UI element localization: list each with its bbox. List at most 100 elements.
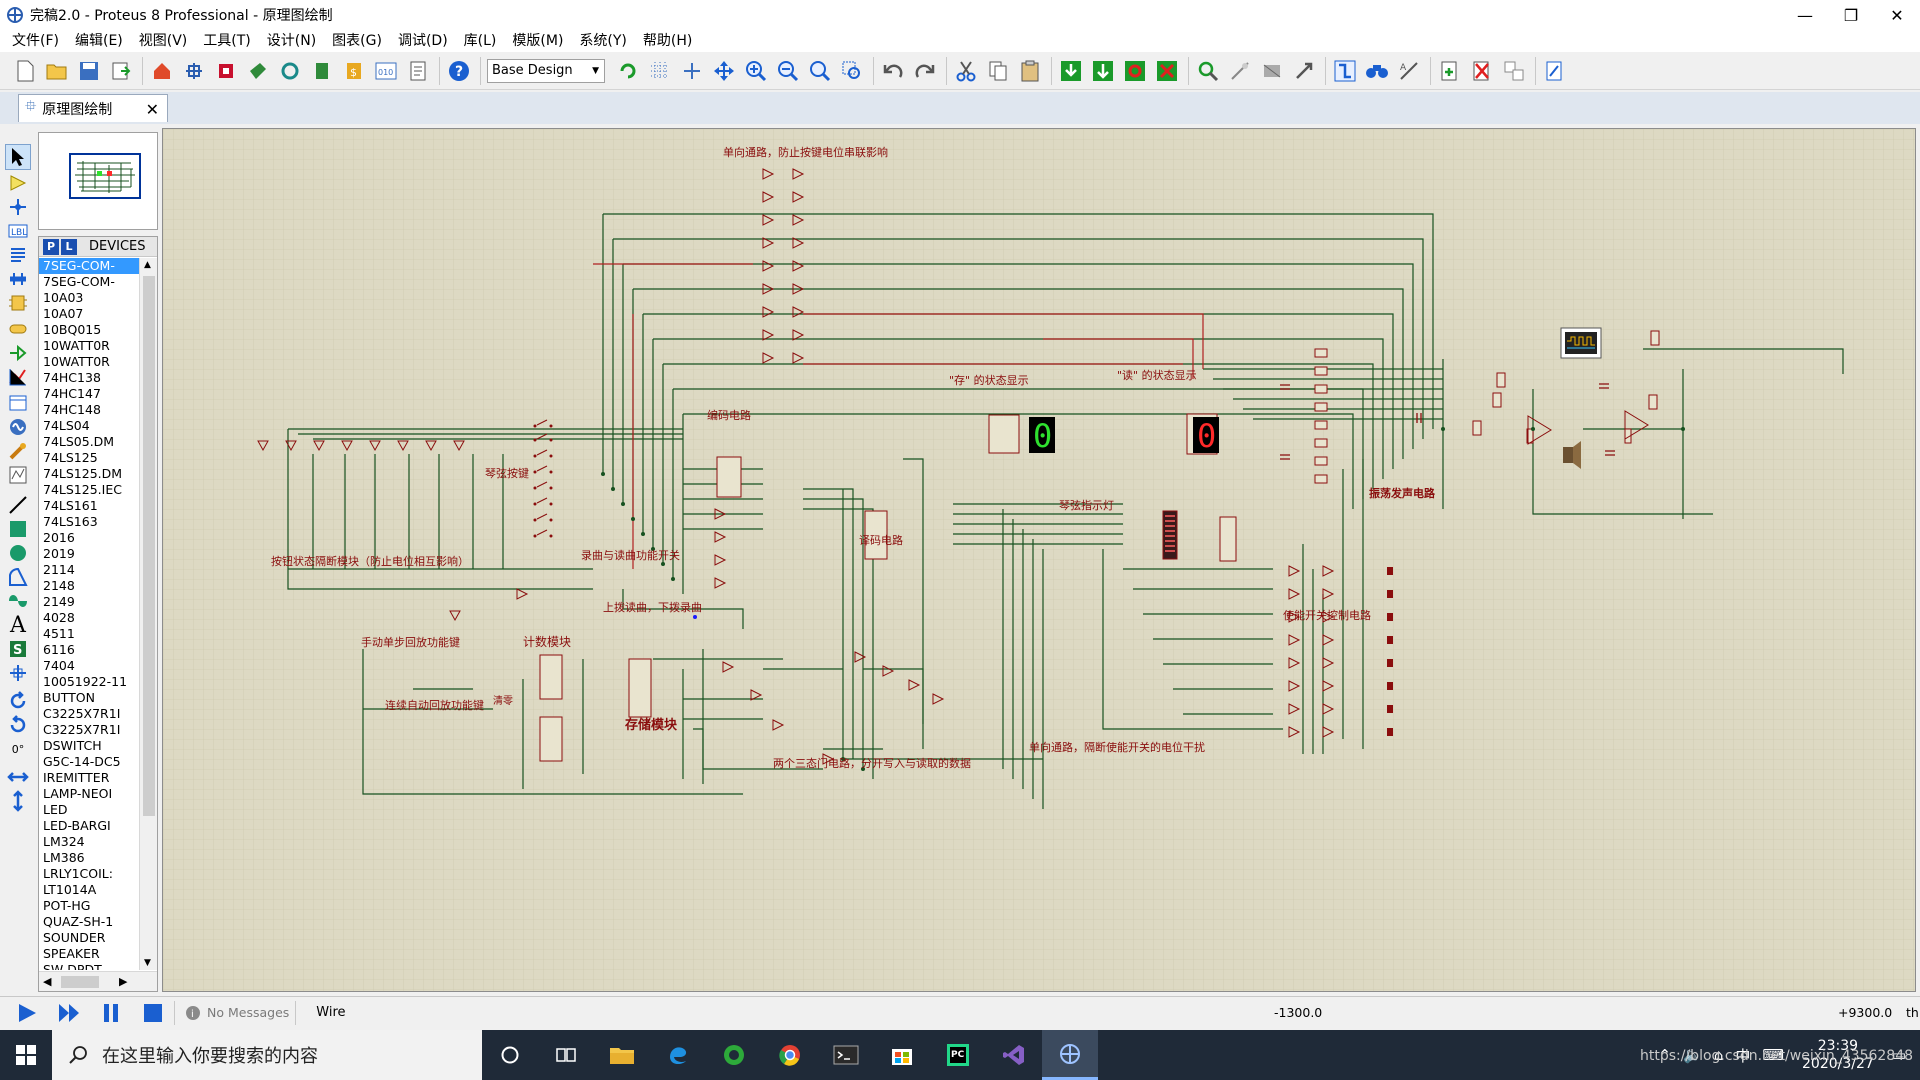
schematic-canvas[interactable]: 0 0 单向通路，防止按键电位串联影响 "存" 的状态显示 "读" 的状态显示 … (162, 128, 1916, 992)
terminals-icon[interactable] (5, 316, 31, 342)
device-list-scrollbar[interactable]: ▲ ▼ (139, 258, 157, 970)
subcircuit-icon[interactable] (5, 290, 31, 316)
message-indicator[interactable]: i No Messages (185, 1005, 289, 1021)
line-tool-icon[interactable] (5, 492, 31, 518)
units-indicator[interactable]: th (1906, 1005, 1919, 1020)
device-list-item[interactable]: 10WATT0R (39, 354, 139, 370)
menu-library[interactable]: 库(L) (456, 30, 505, 52)
device-list-item[interactable]: 10A03 (39, 290, 139, 306)
menu-design[interactable]: 设计(N) (259, 30, 324, 52)
minimize-button[interactable]: — (1782, 0, 1828, 30)
device-list-item[interactable]: LT1014A (39, 882, 139, 898)
file-explorer-icon[interactable] (594, 1030, 650, 1080)
wechat-icon[interactable] (706, 1030, 762, 1080)
block-copy-icon[interactable] (1058, 58, 1084, 84)
device-list-item[interactable]: G5C-14-DC5 (39, 754, 139, 770)
pcb-layout-icon[interactable] (213, 58, 239, 84)
path-tool-icon[interactable] (5, 588, 31, 614)
device-list-item[interactable]: LED (39, 802, 139, 818)
device-list-item[interactable]: 2016 (39, 530, 139, 546)
device-list-item[interactable]: 7SEG-COM- (39, 274, 139, 290)
junction-dot-icon[interactable] (5, 194, 31, 220)
device-list-item[interactable]: IREMITTER (39, 770, 139, 786)
design-rule-check-icon[interactable] (1542, 58, 1568, 84)
remove-sheet-icon[interactable] (1469, 58, 1495, 84)
block-delete-icon[interactable] (1154, 58, 1180, 84)
text-script-icon[interactable] (5, 242, 31, 268)
menu-tools[interactable]: 工具(T) (195, 30, 258, 52)
menu-debug[interactable]: 调试(D) (390, 30, 456, 52)
terminal-icon[interactable] (818, 1030, 874, 1080)
chevron-right-icon[interactable]: ▶ (119, 975, 127, 988)
menu-help[interactable]: 帮助(H) (635, 30, 700, 52)
task-view-icon[interactable] (538, 1030, 594, 1080)
pause-button[interactable] (96, 998, 126, 1028)
device-list-item[interactable]: 6116 (39, 642, 139, 658)
schematic-drawing[interactable]: 0 0 单向通路，防止按键电位串联影响 "存" 的状态显示 "读" 的状态显示 … (163, 129, 1916, 992)
device-list-item[interactable]: 74HC147 (39, 386, 139, 402)
3d-view-icon[interactable] (245, 58, 271, 84)
symbol-tool-icon[interactable]: S (5, 636, 31, 662)
chevron-left-icon[interactable]: ◀ (43, 975, 51, 988)
rotate-anticlockwise-icon[interactable] (5, 712, 31, 738)
origin-icon[interactable] (679, 58, 705, 84)
device-list-item[interactable]: 10WATT0R (39, 338, 139, 354)
library-manager-button[interactable]: L (61, 238, 77, 255)
pick-devices-button[interactable]: P (43, 238, 59, 255)
device-list-item[interactable]: 74LS125.DM (39, 466, 139, 482)
refresh-icon[interactable] (615, 58, 641, 84)
device-list-item[interactable]: SOUNDER (39, 930, 139, 946)
overview-window[interactable] (38, 132, 158, 230)
device-list-item[interactable]: 74LS163 (39, 514, 139, 530)
proteus-taskbar-icon[interactable] (1042, 1030, 1098, 1080)
virtual-instruments-icon[interactable] (5, 462, 31, 488)
schematic-icon[interactable] (181, 58, 207, 84)
menu-system[interactable]: 系统(Y) (571, 30, 634, 52)
wire-label-icon[interactable]: LBL (5, 218, 31, 244)
scrollbar-thumb[interactable] (143, 276, 155, 816)
device-list-item[interactable]: 10051922-11 (39, 674, 139, 690)
help-icon[interactable]: ? (446, 58, 472, 84)
box-tool-icon[interactable] (5, 516, 31, 542)
device-list-item[interactable]: LAMP-NEOI (39, 786, 139, 802)
close-icon[interactable]: ✕ (146, 100, 159, 119)
start-button[interactable] (0, 1030, 52, 1080)
zoom-out-icon[interactable] (775, 58, 801, 84)
paste-icon[interactable] (1017, 58, 1043, 84)
rotate-clockwise-icon[interactable] (5, 688, 31, 714)
device-list-item[interactable]: 7SEG-COM- (39, 258, 139, 274)
taskbar-search-box[interactable]: 在这里输入你要搜索的内容 (52, 1030, 482, 1080)
component-mode-icon[interactable] (5, 170, 31, 196)
pick-device-icon[interactable] (1195, 58, 1221, 84)
device-list-item[interactable]: POT-HG (39, 898, 139, 914)
menu-edit[interactable]: 编辑(E) (67, 30, 131, 52)
device-list-item[interactable]: 2114 (39, 562, 139, 578)
project-notes-icon[interactable] (405, 58, 431, 84)
pan-icon[interactable] (711, 58, 737, 84)
grid-toggle-icon[interactable] (647, 58, 673, 84)
close-button[interactable]: ✕ (1874, 0, 1920, 30)
copy-icon[interactable] (985, 58, 1011, 84)
tab-schematic-capture[interactable]: ⯐ 原理图绘制 ✕ (18, 94, 168, 122)
new-sheet-icon[interactable] (1437, 58, 1463, 84)
packaging-tool-icon[interactable] (1259, 58, 1285, 84)
generator-icon[interactable] (5, 414, 31, 440)
device-list-item[interactable]: 74LS125.IEC (39, 482, 139, 498)
device-list-item[interactable]: 74LS161 (39, 498, 139, 514)
decompose-icon[interactable] (1291, 58, 1317, 84)
cortana-icon[interactable] (482, 1030, 538, 1080)
edge-browser-icon[interactable] (650, 1030, 706, 1080)
block-rotate-icon[interactable] (1122, 58, 1148, 84)
chrome-icon[interactable] (762, 1030, 818, 1080)
visual-studio-icon[interactable] (986, 1030, 1042, 1080)
exit-to-parent-icon[interactable] (1501, 58, 1527, 84)
marker-tool-icon[interactable] (5, 660, 31, 686)
maximize-button[interactable]: ❐ (1828, 0, 1874, 30)
mirror-x-icon[interactable] (5, 764, 31, 790)
device-list-item[interactable]: C3225X7R1I (39, 706, 139, 722)
menu-file[interactable]: 文件(F) (4, 30, 67, 52)
zoom-all-icon[interactable] (807, 58, 833, 84)
device-list-item[interactable]: 2149 (39, 594, 139, 610)
redo-icon[interactable] (912, 58, 938, 84)
arc-tool-icon[interactable] (5, 564, 31, 590)
